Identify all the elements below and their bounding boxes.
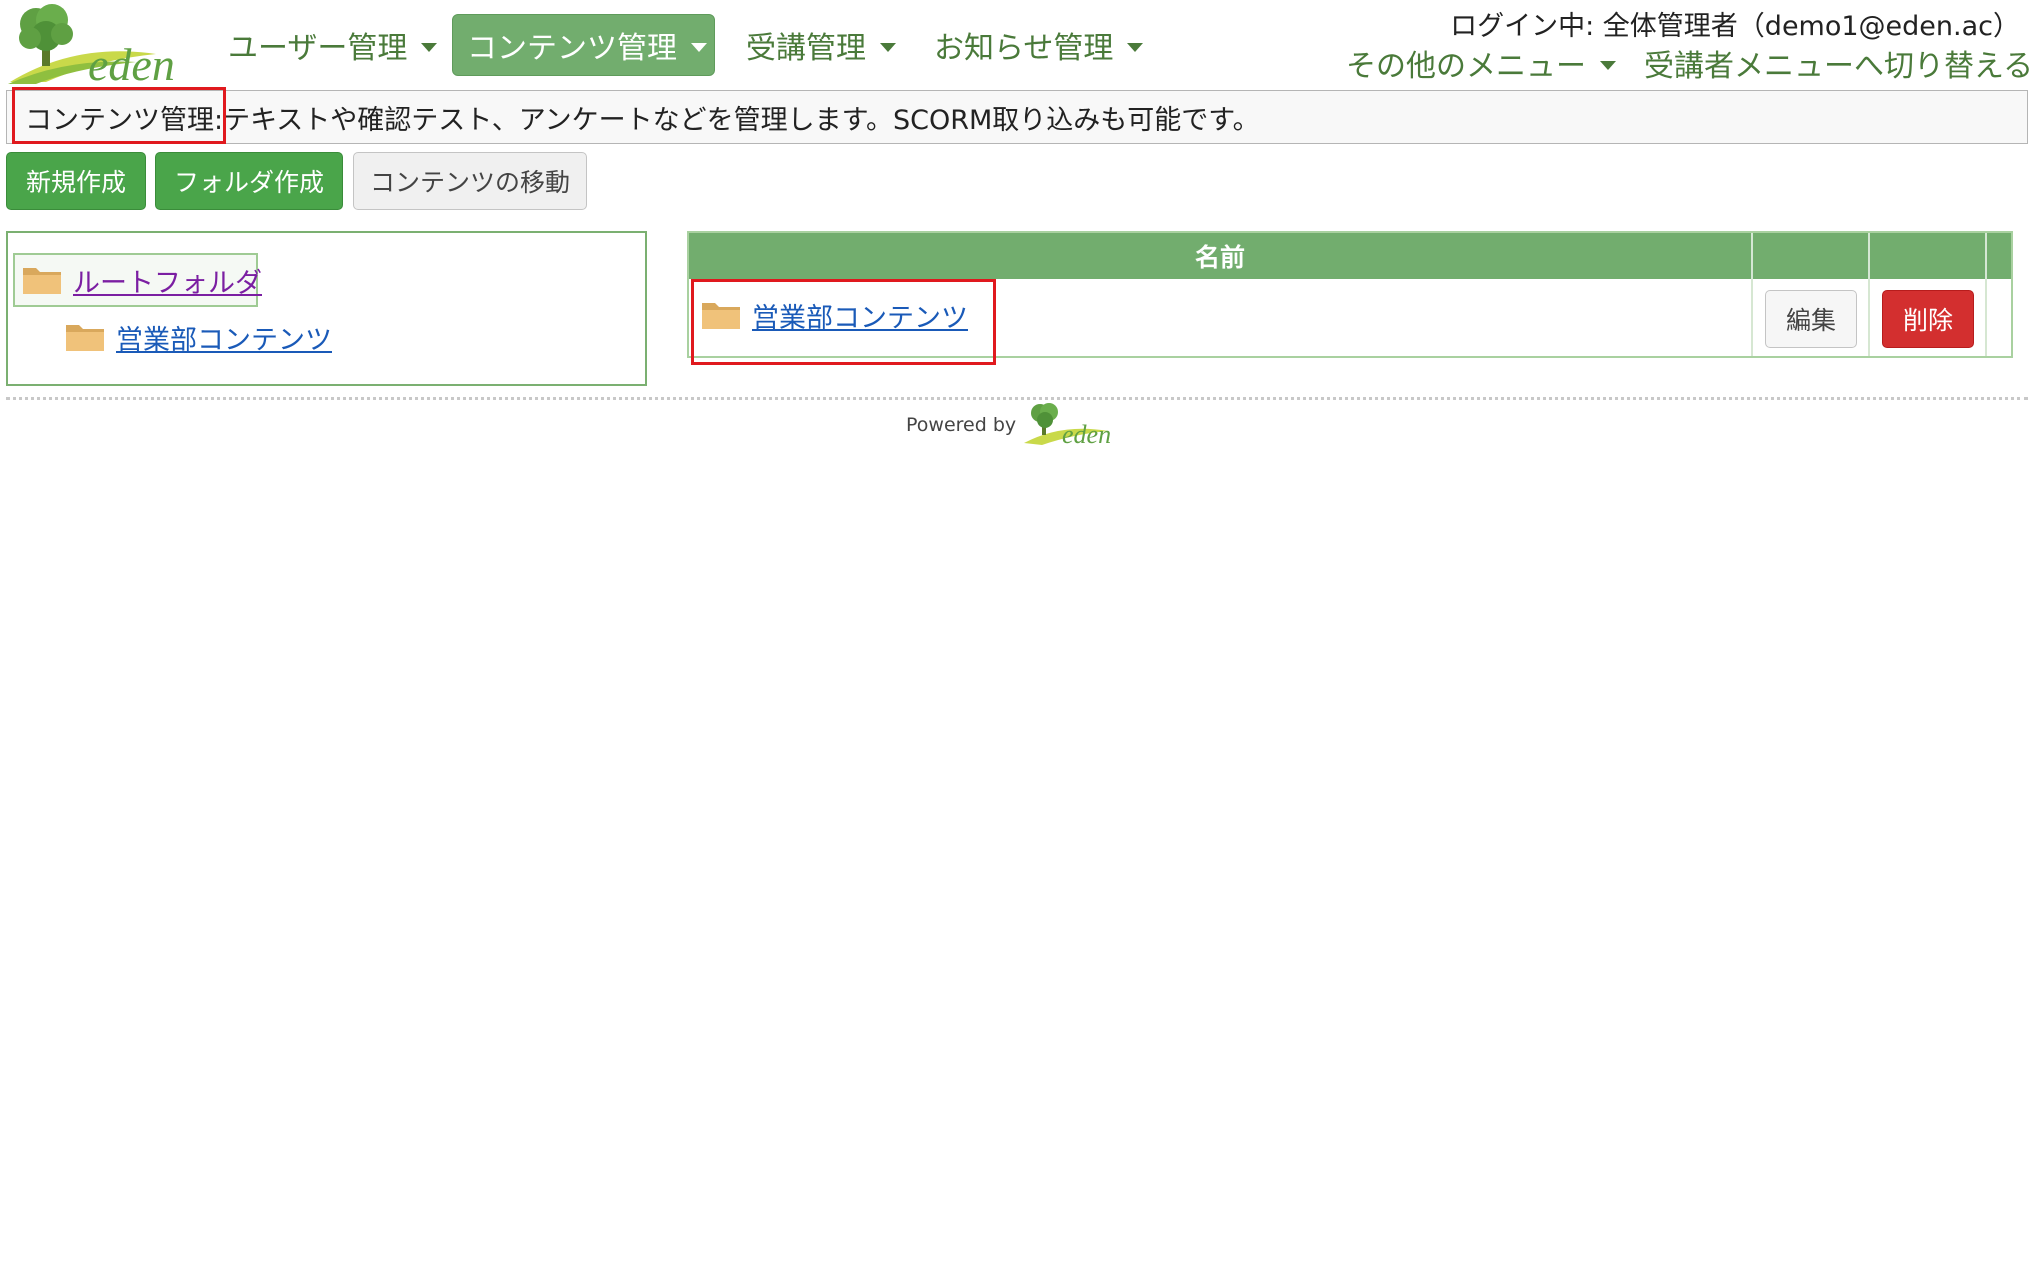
nav-content-management[interactable]: コンテンツ管理: [452, 14, 715, 76]
tree-item-root[interactable]: ルートフォルダ: [13, 253, 262, 307]
highlight-box-row: [691, 279, 996, 365]
tree-link-root[interactable]: ルートフォルダ: [73, 261, 262, 300]
folder-icon: [23, 268, 61, 294]
nav-user-management[interactable]: ユーザー管理: [214, 14, 451, 76]
column-divider: [1751, 233, 1753, 279]
chevron-down-icon: [691, 42, 707, 52]
highlight-box-title: [12, 87, 226, 144]
column-divider: [1985, 279, 1987, 356]
page-description-text: テキストや確認テスト、アンケートなどを管理します。SCORM取り込みも可能です。: [223, 104, 1260, 136]
chevron-down-icon: [1127, 42, 1144, 52]
column-divider: [1868, 279, 1870, 356]
chevron-down-icon: [421, 42, 438, 52]
switch-to-student-menu[interactable]: 受講者メニューへ切り替える: [1644, 42, 2033, 84]
table-header-name: 名前: [1194, 243, 1245, 272]
folder-icon: [66, 325, 104, 351]
column-divider: [1868, 233, 1870, 279]
tree-item-sales[interactable]: 営業部コンテンツ: [64, 315, 332, 359]
column-divider: [1751, 279, 1753, 356]
nav-notice-management[interactable]: お知らせ管理: [920, 14, 1157, 76]
chevron-down-icon: [880, 42, 896, 52]
page-description: コンテンツ管理: テキストや確認テスト、アンケートなどを管理します。SCORM取…: [6, 90, 2028, 144]
move-content-button[interactable]: コンテンツの移動: [353, 152, 587, 210]
nav-course-management[interactable]: 受講管理: [732, 14, 910, 76]
svg-text:eden: eden: [1062, 420, 1111, 449]
chevron-down-icon: [1600, 60, 1616, 70]
login-info: ログイン中: 全体管理者（demo1@eden.ac）: [1450, 11, 2020, 42]
column-divider: [1985, 233, 1987, 279]
powered-by: Powered by eden: [906, 400, 1122, 450]
svg-text:eden: eden: [88, 39, 175, 86]
other-menu[interactable]: その他のメニュー: [1346, 42, 1616, 84]
new-content-button[interactable]: 新規作成: [6, 152, 146, 210]
create-folder-button[interactable]: フォルダ作成: [155, 152, 343, 210]
tree-logo-icon: eden: [1024, 403, 1111, 449]
tree-link-sales[interactable]: 営業部コンテンツ: [116, 318, 332, 357]
delete-button[interactable]: 削除: [1882, 290, 1974, 348]
eden-logo[interactable]: eden: [6, 2, 192, 90]
tree-logo-icon: eden: [8, 4, 175, 90]
edit-button[interactable]: 編集: [1765, 290, 1857, 348]
